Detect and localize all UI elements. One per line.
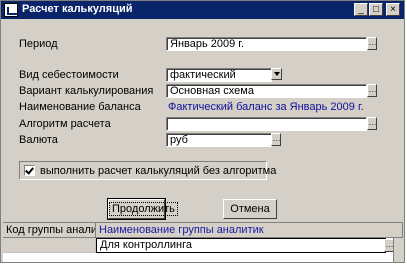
period-field[interactable]: Январь 2009 г. — [166, 37, 367, 51]
cost-type-label: Вид себестоимости — [19, 69, 119, 81]
period-lookup-button[interactable]: … — [367, 37, 377, 50]
continue-button-label: Продолжить — [109, 202, 178, 216]
chevron-down-icon[interactable] — [271, 68, 282, 80]
continue-button[interactable]: Продолжить — [107, 198, 178, 220]
cancel-button[interactable]: Отмена — [223, 199, 277, 219]
currency-label: Валюта — [19, 134, 58, 146]
variant-label: Вариант калькулирования — [19, 85, 154, 97]
minimize-button[interactable]: _ — [354, 3, 368, 16]
no-algorithm-checkbox[interactable] — [24, 165, 35, 176]
table-row-code[interactable] — [3, 238, 96, 253]
variant-lookup-button[interactable]: … — [367, 84, 377, 97]
title-bar[interactable]: Расчет калькуляций _ □ × — [1, 1, 404, 19]
algorithm-lookup-button[interactable]: … — [367, 117, 377, 130]
calc-window: Расчет калькуляций _ □ × Период Январь 2… — [0, 0, 405, 263]
window-title: Расчет калькуляций — [22, 3, 133, 15]
cost-type-select[interactable]: фактический — [166, 68, 272, 82]
table-row-name[interactable]: Для контроллинга — [96, 238, 386, 253]
column-header-code[interactable]: Код группы аналитик — [3, 223, 96, 238]
column-header-name[interactable]: Наименование группы аналитик — [96, 223, 403, 238]
no-algorithm-checkbox-label[interactable]: выполнить расчет калькуляций без алгорит… — [40, 165, 276, 177]
analytics-groups-grid: Код группы аналитик Наименование группы … — [3, 222, 403, 262]
no-algorithm-option: выполнить расчет калькуляций без алгорит… — [19, 161, 276, 180]
calc-app-icon — [4, 3, 18, 17]
balance-label: Наименование баланса — [19, 101, 141, 113]
grid-scrollbar[interactable] — [393, 238, 403, 262]
close-button[interactable]: × — [386, 3, 400, 16]
currency-field[interactable]: руб — [166, 133, 272, 147]
balance-value: Фактический баланс за Январь 2009 г. — [168, 101, 364, 113]
algorithm-label: Алгоритм расчета — [19, 118, 111, 130]
maximize-button[interactable]: □ — [369, 3, 383, 16]
algorithm-field[interactable] — [166, 117, 367, 131]
period-label: Период — [19, 38, 58, 50]
variant-field[interactable]: Основная схема — [166, 84, 367, 98]
currency-lookup-button[interactable]: … — [271, 133, 281, 146]
